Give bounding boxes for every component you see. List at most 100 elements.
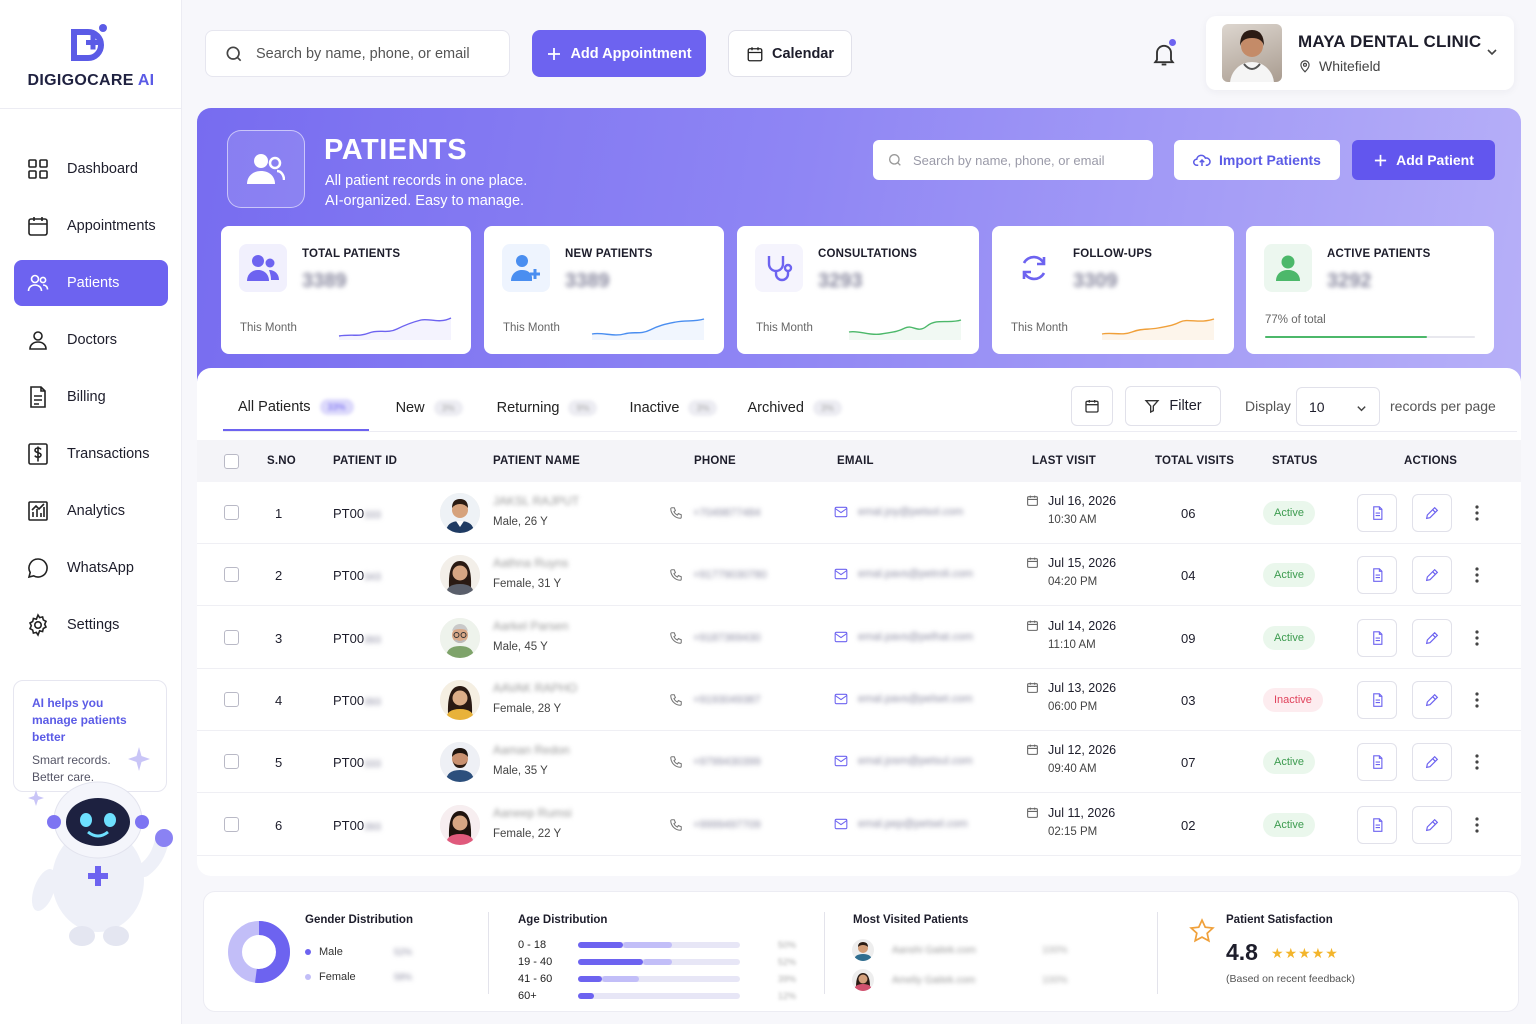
sidebar-item-settings[interactable]: Settings	[14, 602, 168, 648]
rating-stars: ★★★★★	[1271, 945, 1339, 961]
patient-name[interactable]: AAVAK RAPHO	[493, 681, 577, 695]
stat-card-active-patients[interactable]: ACTIVE PATIENTS 3292 77% of total	[1246, 226, 1494, 354]
edit-patient-button[interactable]	[1412, 743, 1452, 782]
view-record-button[interactable]	[1357, 743, 1397, 782]
age-group-label: 60+	[518, 990, 537, 1002]
table-row[interactable]: 4 PT00393 AAVAK RAPHO Female, 28 Y +9193…	[197, 669, 1521, 731]
more-vertical-icon[interactable]	[1474, 816, 1480, 834]
age-group-label: 0 - 18	[518, 939, 547, 951]
view-record-button[interactable]	[1357, 618, 1397, 657]
more-vertical-icon[interactable]	[1474, 691, 1480, 709]
display-label: Display	[1245, 398, 1291, 414]
view-record-button[interactable]	[1357, 805, 1397, 844]
sidebar-item-appointments[interactable]: Appointments	[14, 203, 168, 249]
sidebar-item-doctors[interactable]: Doctors	[14, 317, 168, 363]
notifications-button[interactable]	[1150, 39, 1178, 68]
records-per-page-select[interactable]: 10	[1296, 387, 1380, 426]
table-row[interactable]: 5 PT00333 Aaman Redon Male, 35 Y +979943…	[197, 731, 1521, 794]
gender-title: Gender Distribution	[305, 914, 413, 926]
table-row[interactable]: 3 PT00393 Aarkel Parsen Male, 45 Y +9187…	[197, 607, 1521, 669]
row-checkbox[interactable]	[224, 505, 239, 520]
stat-card-consultations[interactable]: CONSULTATIONS 3293 This Month	[737, 226, 979, 354]
table-row[interactable]: 1 PT00333 JAKSL RAJPUT Male, 26 Y +70498…	[197, 482, 1521, 544]
patient-name[interactable]: Aarkel Parsen	[493, 619, 568, 633]
edit-patient-button[interactable]	[1412, 556, 1452, 595]
filter-button[interactable]: Filter	[1125, 386, 1221, 426]
column-header[interactable]: S.NO	[267, 455, 296, 467]
brand-logo[interactable]: DIGIGOCARE AI	[0, 22, 182, 90]
mail-icon	[834, 818, 848, 829]
stat-card-follow-ups[interactable]: FOLLOW-UPS 3309 This Month	[992, 226, 1234, 354]
tab-returning[interactable]: Returning 9%	[482, 385, 613, 431]
sidebar-item-patients[interactable]: Patients	[14, 260, 168, 306]
column-header[interactable]: EMAIL	[837, 455, 874, 467]
stat-card-total-patients[interactable]: TOTAL PATIENTS 3389 This Month	[221, 226, 471, 354]
last-visit: Jul 16, 2026 10:30 AM	[1026, 494, 1116, 526]
column-header[interactable]: LAST VISIT	[1032, 455, 1096, 467]
column-header[interactable]: PATIENT NAME	[493, 455, 580, 467]
sidebar-item-dashboard[interactable]: Dashboard	[14, 146, 168, 192]
calendar-icon	[1027, 807, 1038, 818]
column-header[interactable]: PHONE	[694, 455, 736, 467]
tab-new[interactable]: New 3%	[381, 385, 478, 431]
patient-phone: +9799430399	[669, 755, 761, 769]
tab-count: 3%	[812, 400, 842, 416]
view-record-button[interactable]	[1357, 556, 1397, 595]
date-filter-button[interactable]	[1071, 386, 1113, 426]
patient-name[interactable]: Aaman Redon	[493, 743, 570, 757]
view-record-button[interactable]	[1357, 494, 1397, 532]
sidebar-item-billing[interactable]: Billing	[14, 374, 168, 420]
sidebar-item-analytics[interactable]: Analytics	[14, 488, 168, 534]
view-record-button[interactable]	[1357, 680, 1397, 719]
row-checkbox[interactable]	[224, 629, 239, 645]
chevron-down-icon	[1487, 49, 1497, 56]
column-header[interactable]: TOTAL VISITS	[1155, 455, 1234, 467]
edit-patient-button[interactable]	[1412, 680, 1452, 719]
age-bar-secondary	[643, 959, 672, 965]
age-group-pct: 52%	[778, 957, 797, 967]
patient-name[interactable]: Aathna Ruyns	[493, 556, 568, 570]
clinic-switcher[interactable]: MAYA DENTAL CLINIC Whitefield	[1206, 16, 1514, 90]
patient-name[interactable]: Aaneep Rumsi	[493, 806, 572, 820]
edit-patient-button[interactable]	[1412, 618, 1452, 657]
row-checkbox[interactable]	[224, 816, 239, 832]
patient-gender-age: Male, 26 Y	[493, 516, 548, 528]
sidebar-item-transactions[interactable]: Transactions	[14, 431, 168, 477]
column-header[interactable]: PATIENT ID	[333, 455, 397, 467]
patient-search-input[interactable]: Search by name, phone, or email	[873, 140, 1153, 180]
table-row[interactable]: 6 PT00393 Aaneep Rumsi Female, 22 Y +999…	[197, 794, 1521, 856]
tab-inactive[interactable]: Inactive 3%	[614, 385, 732, 431]
add-patient-button[interactable]: Add Patient	[1352, 140, 1495, 180]
row-checkbox[interactable]	[224, 754, 239, 770]
more-vertical-icon[interactable]	[1474, 504, 1480, 522]
users-icon	[239, 244, 287, 292]
divider	[488, 912, 489, 994]
global-search-input[interactable]: Search by name, phone, or email	[205, 30, 510, 77]
table-row[interactable]: 2 PT00343 Aathna Ruyns Female, 31 Y +917…	[197, 544, 1521, 607]
more-vertical-icon[interactable]	[1474, 566, 1480, 584]
patients-hero-icon	[227, 130, 305, 208]
import-patients-button[interactable]: Import Patients	[1174, 140, 1340, 180]
patients-hero: PATIENTS All patient records in one plac…	[197, 108, 1521, 408]
sidebar-item-whatsapp[interactable]: WhatsApp	[14, 545, 168, 591]
stat-card-new-patients[interactable]: NEW PATIENTS 3389 This Month	[484, 226, 724, 354]
age-bar-fill	[578, 993, 594, 999]
row-checkbox[interactable]	[224, 691, 239, 707]
more-vertical-icon[interactable]	[1474, 629, 1480, 647]
last-visit: Jul 13, 2026 06:00 PM	[1026, 681, 1116, 713]
edit-patient-button[interactable]	[1412, 805, 1452, 844]
add-appointment-button[interactable]: Add Appointment	[532, 30, 706, 77]
summary-card: Gender Distribution Male 52% Female 58% Ag…	[203, 891, 1519, 1012]
age-bar-secondary	[602, 976, 639, 982]
more-vertical-icon[interactable]	[1474, 753, 1480, 771]
row-checkbox[interactable]	[224, 567, 239, 583]
calendar-icon	[1027, 682, 1038, 693]
edit-patient-button[interactable]	[1412, 494, 1452, 532]
tab-all-patients[interactable]: All Patients 33%	[223, 385, 369, 431]
column-header[interactable]: STATUS	[1272, 455, 1318, 467]
tab-archived[interactable]: Archived 3%	[732, 385, 856, 431]
select-all-checkbox[interactable]	[224, 454, 239, 469]
satisfaction-title: Patient Satisfaction	[1226, 914, 1333, 926]
calendar-button[interactable]: Calendar	[728, 30, 852, 77]
patient-name[interactable]: JAKSL RAJPUT	[493, 494, 579, 508]
